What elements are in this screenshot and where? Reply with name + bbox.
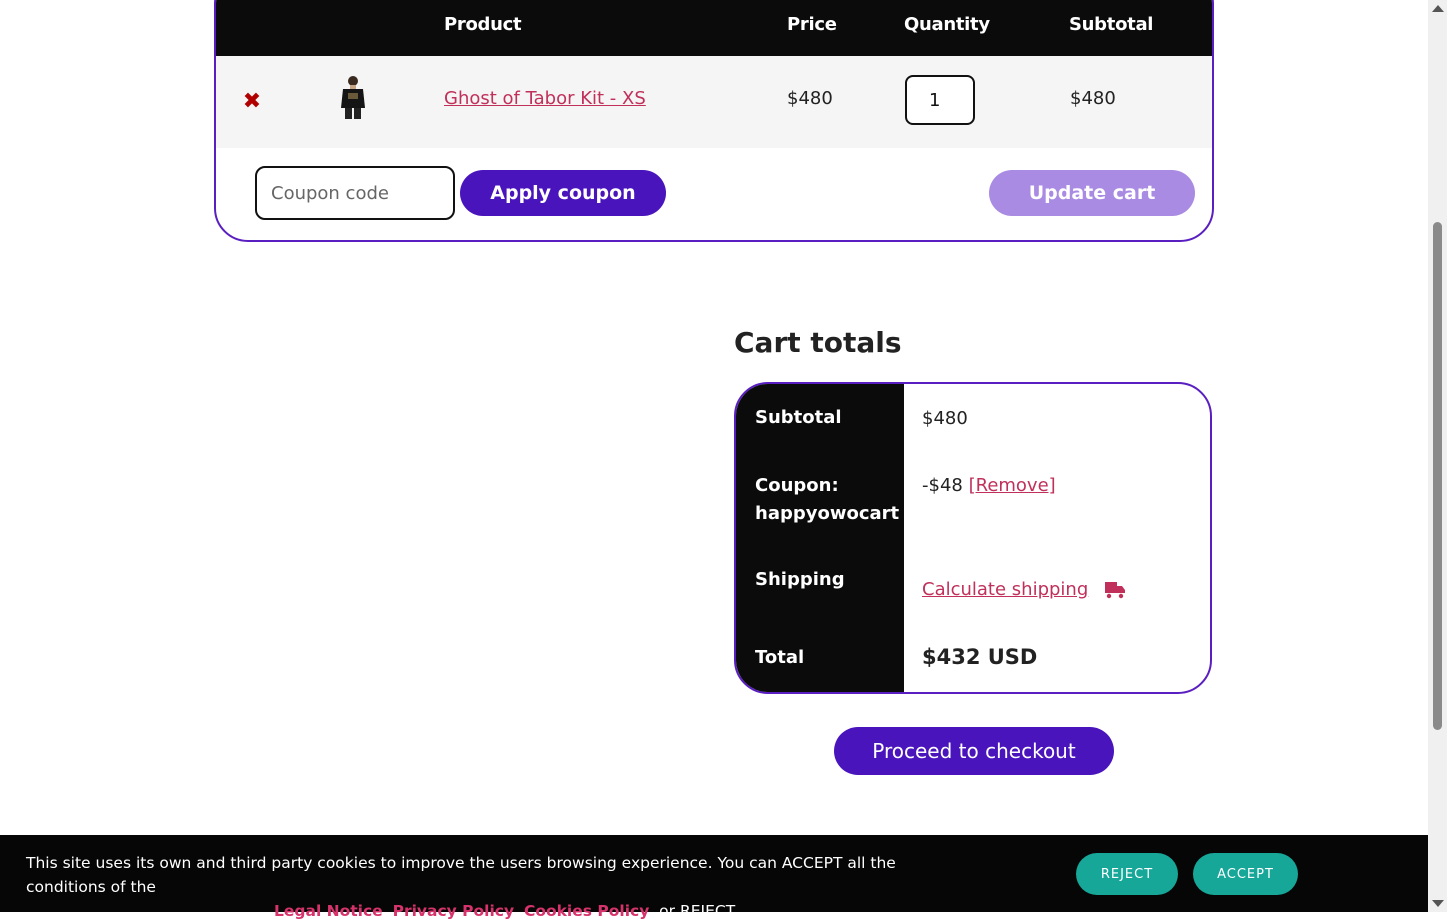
apply-coupon-button[interactable]: Apply coupon xyxy=(460,170,666,216)
header-price: Price xyxy=(787,14,837,35)
accept-cookies-button[interactable]: ACCEPT xyxy=(1193,853,1298,895)
remove-item-icon[interactable]: ✖ xyxy=(240,90,264,114)
cart-totals-title: Cart totals xyxy=(734,326,902,359)
cookie-separator: , xyxy=(382,902,388,920)
cookie-message: This site uses its own and third party c… xyxy=(26,851,956,923)
page-scrollbar[interactable] xyxy=(1428,0,1447,912)
coupon-code-name: happyowocart xyxy=(755,503,900,524)
remove-coupon-link[interactable]: [Remove] xyxy=(969,475,1056,496)
chevron-up-icon[interactable] xyxy=(1432,5,1444,12)
coupon-label-prefix: Coupon: xyxy=(755,475,839,496)
coupon-label: Coupon: happyowocart xyxy=(755,472,899,528)
shipping-value: Calculate shipping xyxy=(922,576,1126,604)
item-subtotal: $480 xyxy=(1070,88,1116,109)
item-price: $480 xyxy=(787,88,833,109)
quantity-input[interactable] xyxy=(905,75,975,125)
chevron-down-icon[interactable] xyxy=(1432,900,1444,907)
product-name-link[interactable]: Ghost of Tabor Kit - XS xyxy=(444,88,646,109)
truck-icon[interactable] xyxy=(1104,579,1126,601)
proceed-to-checkout-button[interactable]: Proceed to checkout xyxy=(834,727,1114,775)
cart-table: Product Price Quantity Subtotal ✖ Ghost … xyxy=(214,0,1214,242)
header-product: Product xyxy=(444,14,522,35)
header-subtotal: Subtotal xyxy=(1069,14,1154,35)
subtotal-value: $480 xyxy=(922,408,968,429)
cookie-text-end: , or REJECT. xyxy=(649,902,739,920)
reject-cookies-button[interactable]: REJECT xyxy=(1076,853,1178,895)
product-thumbnail[interactable] xyxy=(336,74,370,120)
subtotal-label: Subtotal xyxy=(755,407,842,428)
privacy-policy-link[interactable]: Privacy Policy xyxy=(393,902,515,920)
coupon-discount: -$48 xyxy=(922,475,963,496)
cart-item-row: ✖ Ghost of Tabor Kit - XS $480 $480 xyxy=(216,56,1212,148)
coupon-value: -$48 [Remove] xyxy=(922,472,1056,500)
header-quantity: Quantity xyxy=(904,14,990,35)
calculate-shipping-link[interactable]: Calculate shipping xyxy=(922,579,1088,600)
legal-notice-link[interactable]: Legal Notice xyxy=(274,902,383,920)
cart-totals-table: Subtotal $480 Coupon: happyowocart -$48 … xyxy=(734,382,1212,694)
cookies-policy-link[interactable]: Cookies Policy xyxy=(524,902,649,920)
cookie-separator: , xyxy=(514,902,520,920)
scrollbar-thumb[interactable] xyxy=(1433,222,1442,730)
total-label: Total xyxy=(755,647,805,668)
update-cart-button[interactable]: Update cart xyxy=(989,170,1195,216)
cookie-consent-bar: This site uses its own and third party c… xyxy=(0,835,1428,920)
total-value: $432 USD xyxy=(922,645,1038,669)
cookie-text-line2: Legal Notice, Privacy Policy, Cookies Po… xyxy=(26,899,956,923)
shipping-label: Shipping xyxy=(755,569,845,590)
cart-table-header: Product Price Quantity Subtotal xyxy=(216,0,1212,56)
cookie-text-main: This site uses its own and third party c… xyxy=(26,854,896,896)
coupon-code-input[interactable] xyxy=(255,166,455,220)
